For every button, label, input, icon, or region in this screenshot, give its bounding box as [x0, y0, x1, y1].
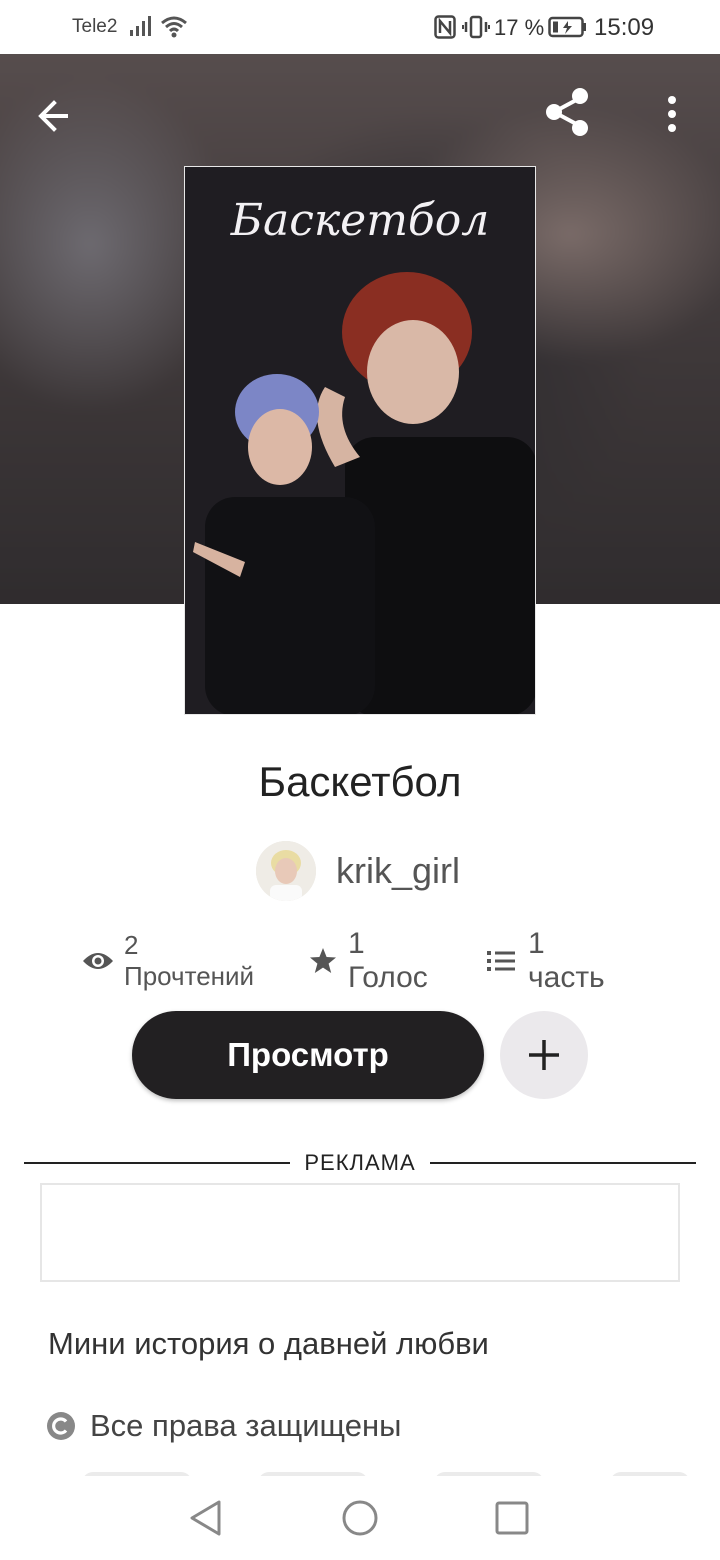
ad-label: РЕКЛАМА: [304, 1150, 416, 1175]
ad-container[interactable]: [40, 1183, 680, 1282]
share-icon[interactable]: [540, 84, 596, 140]
cover-title: Баскетбол: [230, 195, 490, 246]
nfc-icon: [434, 15, 456, 39]
list-icon: [487, 951, 515, 971]
ad-divider-right: [430, 1162, 696, 1164]
votes-stat: 1 Голос: [308, 927, 428, 994]
copyright-text: Все права защищены: [90, 1408, 402, 1443]
battery-percent: 17 %: [494, 15, 545, 40]
parts-count: 1 часть: [528, 927, 605, 994]
parts-stat: 1 часть: [486, 927, 605, 994]
arrow-left-icon[interactable]: [30, 90, 82, 142]
nav-recent-icon[interactable]: [494, 1500, 530, 1536]
avatar[interactable]: [256, 841, 316, 901]
clock: 15:09: [594, 14, 655, 41]
author-name[interactable]: krik_girl: [336, 850, 460, 892]
system-nav-bar: [0, 1476, 720, 1560]
nav-home-icon[interactable]: [340, 1498, 380, 1538]
star-icon: [310, 948, 336, 973]
status-bar: Tele2 17 % 15:09: [0, 0, 720, 54]
vibrate-icon: [462, 15, 490, 39]
ad-divider-left: [24, 1162, 290, 1164]
wifi-icon: [161, 16, 187, 38]
reads-stat: 2 Прочтений: [82, 930, 254, 991]
story-cover[interactable]: Баскетбол: [184, 166, 536, 715]
more-vertical-icon[interactable]: [652, 90, 692, 142]
story-description: Мини история о давней любви: [48, 1326, 489, 1361]
plus-icon: [529, 1040, 559, 1070]
copyright-row: Все права защищены: [46, 1408, 401, 1444]
cover-illustration: [185, 167, 535, 714]
nav-back-icon[interactable]: [186, 1498, 226, 1538]
signal-icon: [130, 16, 151, 36]
eye-icon: [83, 953, 113, 969]
read-button[interactable]: Просмотр: [132, 1011, 484, 1099]
add-to-library-button[interactable]: [500, 1011, 588, 1099]
reads-count: 2 Прочтений: [124, 930, 255, 991]
copyright-icon: [47, 1412, 75, 1440]
votes-count: 1 Голос: [348, 927, 428, 994]
author-row[interactable]: krik_girl: [256, 840, 460, 902]
carrier-name: Tele2: [72, 16, 118, 37]
story-title: Баскетбол: [258, 758, 462, 805]
battery-charging-icon: [548, 16, 586, 38]
